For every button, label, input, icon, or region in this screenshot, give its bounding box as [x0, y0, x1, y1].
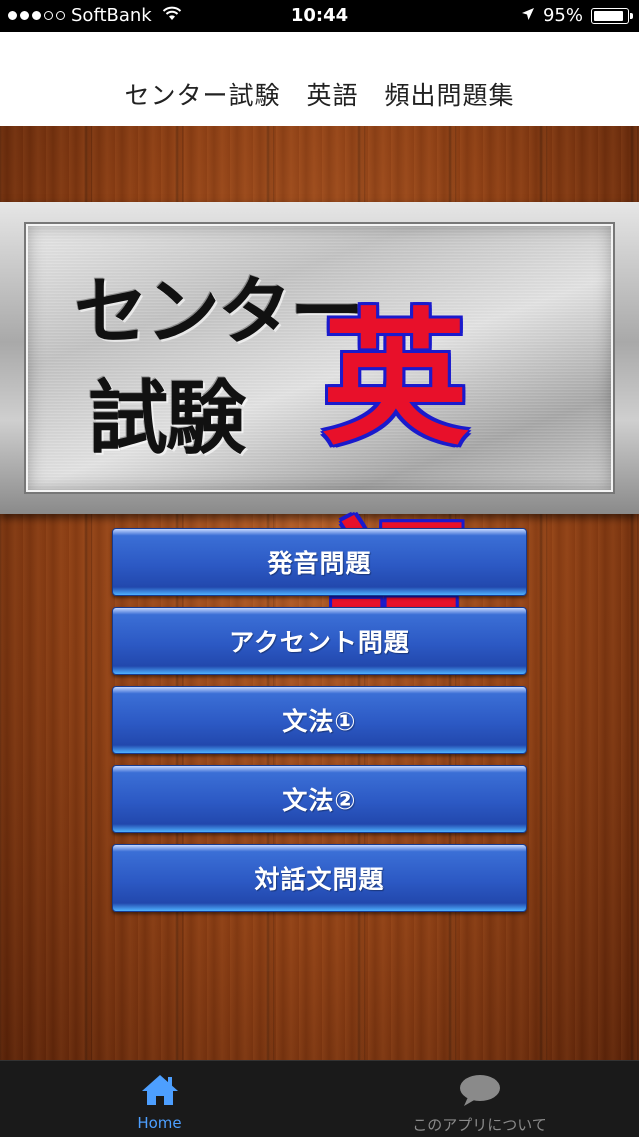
battery-level — [594, 10, 623, 21]
battery-percent: 95% — [542, 5, 583, 26]
navigation-bar: センター試験 英語 頻出問題集 — [0, 32, 639, 127]
accent-button[interactable]: アクセント問題 — [112, 607, 527, 675]
tab-about[interactable]: このアプリについて — [320, 1061, 639, 1137]
title-sign-plate: センター 試験 英語 — [24, 222, 615, 676]
dialogue-button[interactable]: 対話文問題 — [112, 844, 527, 912]
home-icon — [140, 1073, 180, 1111]
tab-bar: Home このアプリについて — [0, 1060, 639, 1137]
quiz-menu: 発音問題 アクセント問題 文法① 文法② 対話文問題 — [112, 528, 527, 923]
tab-about-label: このアプリについて — [412, 1116, 547, 1134]
title-sign: センター 試験 英語 — [0, 202, 639, 676]
sign-text-line2: 試験 — [88, 372, 246, 465]
battery-icon — [591, 7, 633, 24]
wood-background: センター 試験 英語 発音問題 アクセント問題 文法① 文法② 対話文問題 — [0, 126, 639, 1060]
tab-home[interactable]: Home — [0, 1061, 319, 1137]
grammar-1-button[interactable]: 文法① — [112, 686, 527, 754]
status-bar: SoftBank 10:44 95% — [0, 0, 639, 32]
speech-bubble-icon — [458, 1073, 502, 1111]
page-title: センター試験 英語 頻出問題集 — [124, 81, 515, 110]
status-right: 95% — [521, 5, 633, 26]
grammar-2-button[interactable]: 文法② — [112, 765, 527, 833]
sign-text-line1: センター — [74, 269, 364, 355]
pronunciation-button[interactable]: 発音問題 — [112, 528, 527, 596]
location-arrow-icon — [521, 5, 535, 26]
tab-home-label: Home — [137, 1114, 182, 1132]
